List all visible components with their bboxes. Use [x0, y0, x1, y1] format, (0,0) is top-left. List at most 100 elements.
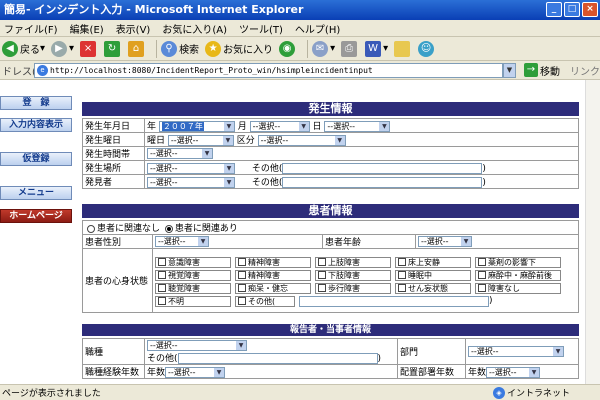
- star-icon: ★: [205, 40, 222, 57]
- discuss-button[interactable]: [394, 40, 412, 57]
- condition-checkbox[interactable]: 睡眠中: [395, 269, 471, 281]
- month-select[interactable]: --選択-- ▼: [249, 121, 310, 132]
- place-other-input[interactable]: [282, 163, 483, 174]
- menu-view[interactable]: 表示(V): [116, 21, 151, 36]
- page-icon: e: [37, 64, 48, 76]
- note-icon: [394, 40, 411, 57]
- condition-checkbox[interactable]: 精神障害: [235, 256, 311, 268]
- related-yes-radio[interactable]: [164, 224, 173, 233]
- minimize-button[interactable]: _: [546, 2, 562, 17]
- refresh-button[interactable]: ↻: [104, 40, 122, 57]
- section-reporter: 報告者・当事者情報: [82, 324, 579, 336]
- menu-button[interactable]: メニュー: [0, 186, 72, 200]
- refresh-icon: ↻: [104, 40, 121, 57]
- home-button[interactable]: ⌂: [128, 40, 146, 57]
- place-select[interactable]: --選択-- ▼: [147, 163, 235, 174]
- back-button[interactable]: ◀ 戻る ▾: [2, 40, 45, 57]
- related-no-radio[interactable]: [87, 224, 95, 233]
- view-input-button[interactable]: 入力内容表示: [0, 118, 72, 132]
- condition-checkbox[interactable]: 聴覚障害: [155, 282, 231, 294]
- edit-button[interactable]: W ▾: [365, 40, 388, 57]
- messenger-icon: ☺: [418, 40, 435, 57]
- condition-checkbox[interactable]: 不明: [155, 295, 231, 307]
- browser-toolbar: ◀ 戻る ▾ ▶ ▾ × ↻ ⌂ ⚲ 検索 ★ お気に入り ◉ ✉ ▾ ⎙ W ▾ ☺: [0, 37, 600, 61]
- time-label: 発生時間帯: [82, 146, 145, 161]
- word-icon: W: [365, 40, 382, 57]
- table-row: 患者性別 --選択-- ▼ 患者年齢 --選択-- ▼: [82, 234, 579, 249]
- address-input[interactable]: e http://localhost:8080/IncidentReport_P…: [34, 62, 503, 78]
- dept-years-select[interactable]: --選択-- ▼: [486, 367, 541, 378]
- page-content: 登 録 入力内容表示 仮登録 メニュー ホームページ 発生情報 発生年月日 年 …: [0, 80, 600, 384]
- table-row: 発見者 --選択-- ▼ その他(): [82, 174, 579, 189]
- close-window-button[interactable]: ×: [582, 2, 598, 17]
- day-select[interactable]: --選択-- ▼: [324, 121, 391, 132]
- temp-register-button[interactable]: 仮登録: [0, 152, 72, 166]
- gender-label: 患者性別: [82, 234, 153, 249]
- register-button[interactable]: 登 録: [0, 96, 72, 110]
- menu-file[interactable]: ファイル(F): [4, 21, 58, 36]
- mail-icon: ✉: [312, 40, 329, 57]
- condition-checkbox[interactable]: せん妄状態: [395, 282, 471, 294]
- menu-help[interactable]: ヘルプ(H): [295, 21, 340, 36]
- address-label: ドレス(D): [2, 66, 48, 78]
- job-other-input[interactable]: [177, 352, 378, 364]
- forward-button[interactable]: ▶ ▾: [51, 40, 74, 57]
- search-icon: ⚲: [161, 40, 178, 57]
- menu-edit[interactable]: 編集(E): [70, 21, 104, 36]
- table-row: 発生曜日 曜日 --選択-- ▼ 区分 --選択-- ▼: [82, 132, 579, 147]
- media-icon: ◉: [279, 40, 296, 57]
- go-button[interactable]: → 移動: [524, 63, 560, 78]
- menu-bar: ファイル(F) 編集(E) 表示(V) お気に入り(A) ツール(T) ヘルプ(…: [0, 20, 600, 37]
- table-row: 発生年月日 年 ２００７年 ▼ 月 --選択-- ▼ 日 --選択-- ▼: [82, 118, 579, 133]
- year-select[interactable]: ２００７年 ▼: [158, 121, 235, 132]
- exp-label: 職種経験年数: [82, 364, 145, 379]
- condition-other-input[interactable]: [299, 295, 489, 307]
- section-occurrence: 発生情報: [82, 102, 579, 116]
- reporter-table: 職種 --選択-- ▼ その他() 部門 --選択-- ▼ 職種経験年数 年数 --選…: [82, 338, 579, 379]
- media-button[interactable]: ◉: [279, 40, 297, 57]
- job-label: 職種: [82, 338, 145, 365]
- vertical-scrollbar[interactable]: [585, 80, 600, 384]
- dept-years-label: 配置部署年数: [397, 364, 466, 379]
- table-row: 発生時間帯 --選択-- ▼: [82, 146, 579, 161]
- maximize-button[interactable]: □: [564, 2, 580, 17]
- discoverer-label: 発見者: [82, 174, 145, 189]
- time-select[interactable]: --選択-- ▼: [147, 148, 213, 159]
- condition-checkbox[interactable]: 床上安静: [395, 256, 471, 268]
- condition-checkbox[interactable]: 上肢障害: [315, 256, 391, 268]
- search-button[interactable]: ⚲ 検索: [161, 40, 199, 57]
- address-bar: ドレス(D) e http://localhost:8080/IncidentR…: [0, 61, 600, 80]
- mail-button[interactable]: ✉ ▾: [312, 40, 335, 57]
- condition-checkbox[interactable]: 麻酔中・麻酔前後: [475, 269, 561, 281]
- links-label[interactable]: リンク: [570, 63, 600, 78]
- age-select[interactable]: --選択-- ▼: [418, 236, 472, 247]
- condition-other-checkbox[interactable]: その他(: [235, 295, 295, 307]
- job-select[interactable]: --選択-- ▼: [147, 339, 247, 351]
- condition-checkbox[interactable]: 障害なし: [475, 282, 561, 294]
- messenger-button[interactable]: ☺: [418, 40, 436, 57]
- print-button[interactable]: ⎙: [341, 40, 359, 57]
- discoverer-select[interactable]: --選択-- ▼: [147, 177, 235, 188]
- dept-select[interactable]: --選択-- ▼: [468, 346, 564, 357]
- menu-favorites[interactable]: お気に入り(A): [162, 21, 227, 36]
- condition-checkbox[interactable]: 視覚障害: [155, 269, 231, 281]
- condition-checkbox[interactable]: 意識障害: [155, 256, 231, 268]
- condition-checkbox[interactable]: 痴呆・健忘: [235, 282, 311, 294]
- category-select[interactable]: --選択-- ▼: [257, 135, 346, 146]
- exp-years-select[interactable]: --選択-- ▼: [165, 367, 226, 378]
- weekday-select[interactable]: --選択-- ▼: [167, 135, 234, 146]
- favorites-button[interactable]: ★ お気に入り: [205, 40, 273, 57]
- age-label: 患者年齢: [322, 234, 416, 249]
- condition-checkbox[interactable]: 下肢障害: [315, 269, 391, 281]
- condition-checkbox[interactable]: 精神障害: [235, 269, 311, 281]
- menu-tools[interactable]: ツール(T): [239, 21, 283, 36]
- gender-select[interactable]: --選択-- ▼: [155, 236, 209, 247]
- stop-button[interactable]: ×: [80, 40, 98, 57]
- table-row: 職種 --選択-- ▼ その他() 部門 --選択-- ▼: [82, 338, 579, 365]
- condition-checkbox[interactable]: 薬剤の影響下: [475, 256, 561, 268]
- discoverer-other-input[interactable]: [282, 177, 483, 188]
- zone-label: イントラネット: [506, 389, 570, 399]
- homepage-button[interactable]: ホームページ: [0, 209, 72, 223]
- condition-checkbox[interactable]: 歩行障害: [315, 282, 391, 294]
- address-dropdown[interactable]: ▼: [502, 62, 516, 78]
